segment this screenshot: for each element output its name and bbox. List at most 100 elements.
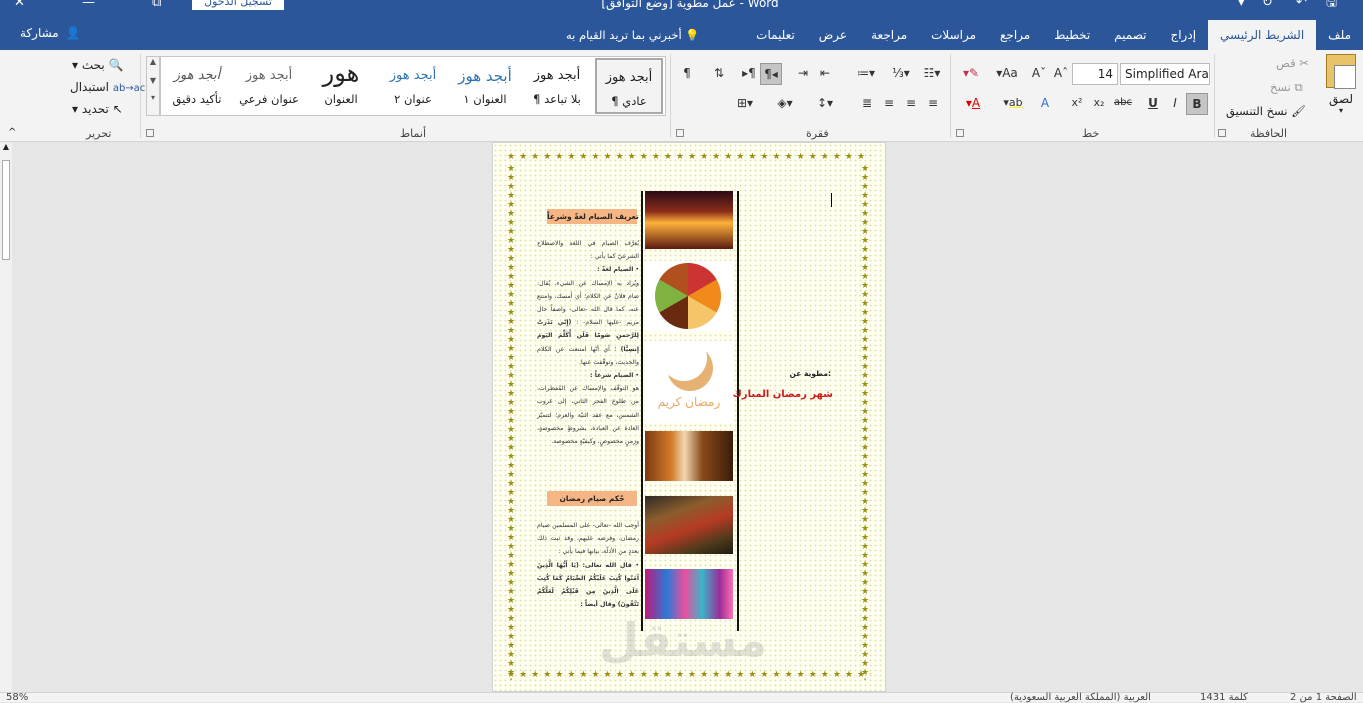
select-button[interactable]: ▾ تحديد ↖ (72, 102, 123, 116)
align-right-icon[interactable]: ≡ (922, 93, 944, 115)
section1-heading: تعريف الصيام لغةً وشرعاً (547, 209, 639, 224)
font-color-icon[interactable]: ▾A (956, 93, 990, 115)
star-border-bottom: ★★★★★★★★★★★★★★★★★★★★★★★★★★★★★★★★★★★★★★★★… (507, 670, 871, 680)
line-spacing-icon[interactable]: ↕▾ (810, 93, 840, 115)
iftar-image (645, 431, 733, 481)
vertical-scrollbar[interactable]: ▲ (0, 142, 12, 692)
tab-references[interactable]: مراجع (988, 20, 1042, 50)
style-heading-1[interactable]: أبجد هوز العنوان ١ (451, 58, 519, 114)
word-count[interactable]: 1431 كلمة (1200, 692, 1248, 703)
copy-icon: ⧉ (1294, 80, 1303, 94)
tab-mailings[interactable]: مراسلات (919, 20, 988, 50)
language-indicator[interactable]: العربية (المملكة العربية السعودية) (1010, 692, 1151, 703)
borders-icon[interactable]: ⊞▾ (728, 93, 762, 115)
tab-help[interactable]: تعليمات (744, 20, 807, 50)
underline-icon[interactable]: U (1142, 93, 1164, 115)
style-normal[interactable]: أبجد هوز ¶ عادي (595, 58, 663, 114)
font-size-input[interactable]: 14 (1072, 63, 1118, 85)
style-name: تأكيد دقيق (172, 92, 222, 106)
tab-insert[interactable]: إدراج (1158, 20, 1208, 50)
ltr-direction-icon[interactable]: ▸¶ (738, 63, 760, 85)
shading-icon[interactable]: ◈▾ (770, 93, 800, 115)
collapse-ribbon-icon[interactable]: ^ (8, 127, 16, 138)
style-no-spacing[interactable]: أبجد هوز ¶ بلا تباعد (523, 58, 591, 114)
more-styles-icon[interactable]: ▾ (147, 93, 159, 102)
shrink-font-icon[interactable]: Aˇ (1028, 63, 1050, 85)
zoom-level[interactable]: 58% (6, 692, 28, 703)
share-button[interactable]: مشاركة 👤 (20, 26, 81, 40)
font-launcher-icon[interactable] (956, 129, 964, 137)
style-subtle-emphasis[interactable]: أبجد هوز تأكيد دقيق (163, 58, 231, 114)
fruit-plate (655, 263, 721, 329)
replace-button[interactable]: استبدال ab→ac (70, 80, 145, 94)
minimize-icon[interactable]: — (82, 0, 95, 9)
tab-home[interactable]: الشريط الرئيسي (1208, 20, 1317, 50)
style-preview: أبجد هوز (605, 70, 653, 85)
tell-me-box[interactable]: أخبرني بما تريد القيام به 💡 (566, 20, 700, 50)
tab-design[interactable]: تصميم (1102, 20, 1158, 50)
cover-label: مطوية عن: (789, 369, 832, 378)
styles-gallery: أبجد هوز ¶ عادي أبجد هوز ¶ بلا تباعد أبجد … (160, 56, 666, 116)
clear-formatting-icon[interactable]: ▾✎ (956, 63, 986, 85)
multilevel-list-icon[interactable]: ≔▾ (850, 63, 882, 85)
cut-button[interactable]: قص ✂ (1276, 56, 1309, 70)
italic-icon[interactable]: I (1164, 93, 1186, 115)
show-marks-icon[interactable]: ¶ (676, 63, 698, 85)
align-center-icon[interactable]: ≡ (900, 93, 922, 115)
highlight-icon[interactable]: ▾ab (998, 93, 1028, 115)
select-label: تحديد (81, 102, 109, 116)
tab-file[interactable]: ملف (1316, 20, 1363, 50)
format-painter-label: نسخ التنسيق (1226, 104, 1288, 118)
tab-layout[interactable]: تخطيط (1042, 20, 1102, 50)
bullets-icon[interactable]: ☷▾ (920, 63, 944, 85)
strikethrough-icon[interactable]: abc (1110, 93, 1136, 115)
styles-scroll[interactable]: ▲ ▼ ▾ (146, 56, 160, 116)
increase-indent-icon[interactable]: ⇥ (792, 63, 814, 85)
align-left-icon[interactable]: ≡ (878, 93, 900, 115)
chevron-up-icon[interactable]: ▲ (0, 142, 12, 151)
login-button[interactable]: تسجيل الدخول (192, 0, 284, 10)
style-name: ¶ عادي (611, 94, 647, 108)
scrollbar-thumb[interactable] (2, 160, 10, 260)
copy-button[interactable]: نسخ ⧉ (1270, 80, 1303, 95)
find-button[interactable]: ▾ بحث 🔍 (72, 58, 124, 72)
tab-review[interactable]: مراجعة (859, 20, 919, 50)
paragraph-launcher-icon[interactable] (676, 129, 684, 137)
chevron-up-icon[interactable]: ▲ (147, 57, 159, 66)
format-painter-button[interactable]: نسخ التنسيق 🖌 (1226, 104, 1306, 118)
style-title[interactable]: هور العنوان (307, 58, 375, 114)
superscript-icon[interactable]: x² (1066, 93, 1088, 115)
rtl-direction-icon[interactable]: ¶◂ (760, 63, 782, 85)
grow-font-icon[interactable]: Aˆ (1050, 63, 1072, 85)
save-icon[interactable]: 🖫 (1326, 0, 1337, 9)
undo-icon[interactable]: ↶ (1296, 0, 1307, 9)
style-heading-2[interactable]: أبجد هوز عنوان ٢ (379, 58, 447, 114)
section2-heading: حُكم صيام رمضان (547, 491, 637, 506)
customize-toolbar-icon[interactable]: ▾ (1238, 0, 1245, 9)
font-name-input[interactable]: Simplified Ara (1120, 63, 1210, 85)
decrease-indent-icon[interactable]: ⇤ (814, 63, 836, 85)
document-page[interactable]: ★★★★★★★★★★★★★★★★★★★★★★★★★★★★★★ ★★★★★★★★★★… (492, 142, 886, 692)
subscript-icon[interactable]: x₂ (1088, 93, 1110, 115)
change-case-icon[interactable]: ▾Aa (992, 63, 1022, 85)
style-preview: أبجد هوز (533, 68, 581, 83)
justify-icon[interactable]: ≣ (856, 93, 878, 115)
separator (670, 54, 671, 138)
numbering-icon[interactable]: ⅓▾ (886, 63, 916, 85)
sharia-definition-head: الصيام شرعاً : (590, 372, 634, 380)
tab-view[interactable]: عرض (807, 20, 859, 50)
crescent-moon-image: رمضان كريم (645, 341, 733, 423)
page-count[interactable]: الصفحة 1 من 2 (1290, 692, 1357, 703)
text-effects-icon[interactable]: A (1034, 93, 1056, 115)
sort-icon[interactable]: ⇅ (708, 63, 730, 85)
close-icon[interactable]: ✕ (14, 0, 25, 9)
styles-launcher-icon[interactable] (146, 129, 154, 137)
redo-icon[interactable]: ↻ (1262, 0, 1273, 9)
paste-button[interactable]: لصق ▾ (1322, 54, 1360, 120)
restore-icon[interactable]: ⧉ (152, 0, 161, 9)
star-border-top: ★★★★★★★★★★★★★★★★★★★★★★★★★★★★★★★★★★★★★★★★… (507, 153, 871, 162)
bold-icon[interactable]: B (1186, 93, 1208, 115)
style-subtitle[interactable]: أبجد هوز عنوان فرعي (235, 58, 303, 114)
clipboard-launcher-icon[interactable] (1218, 129, 1226, 137)
chevron-down-icon[interactable]: ▼ (147, 76, 159, 85)
